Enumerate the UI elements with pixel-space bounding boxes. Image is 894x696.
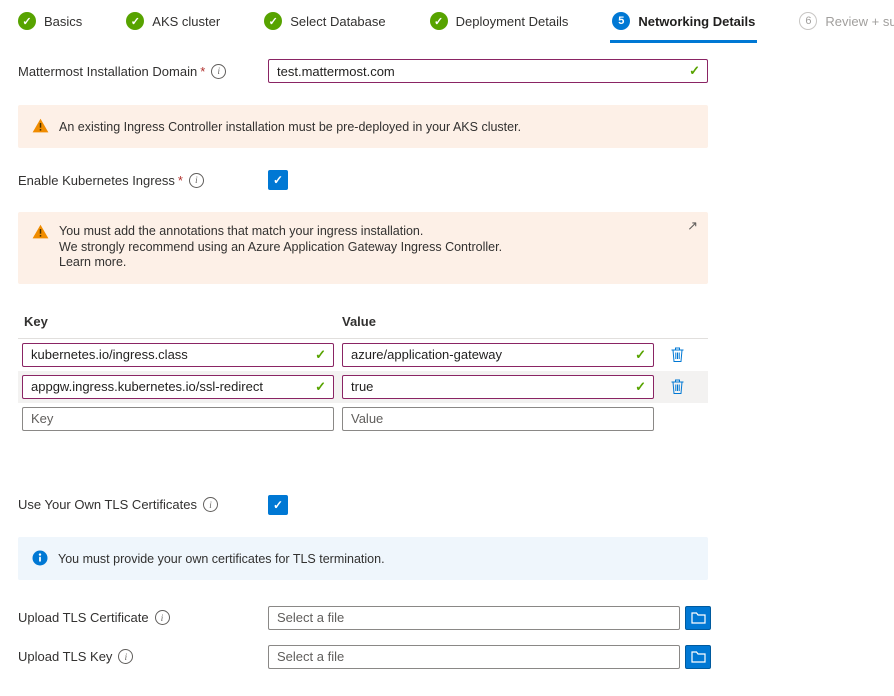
value-input-wrap: ✓ <box>342 375 654 399</box>
tab-select-database[interactable]: ✓ Select Database <box>262 10 387 43</box>
table-row: ✓ ✓ <box>18 371 708 403</box>
info-icon[interactable]: i <box>155 610 170 625</box>
tls-certs-checkbox[interactable]: ✓ <box>268 495 288 515</box>
domain-field-row: Mattermost Installation Domain * i ✓ <box>18 59 710 83</box>
warning-text: An existing Ingress Controller installat… <box>59 118 521 135</box>
annotation-key-input[interactable] <box>22 375 334 399</box>
tab-deployment-details[interactable]: ✓ Deployment Details <box>428 10 571 43</box>
tab-label: Select Database <box>290 14 385 29</box>
tab-label: Networking Details <box>638 14 755 29</box>
delete-row-button[interactable] <box>668 377 687 396</box>
tls-cert-file-input[interactable] <box>268 606 680 630</box>
enable-ingress-row: Enable Kubernetes Ingress * i ✓ <box>18 170 710 190</box>
ingress-warning-banner: An existing Ingress Controller installat… <box>18 105 708 148</box>
delete-row-button[interactable] <box>668 345 687 364</box>
warning-triangle-icon <box>32 224 49 239</box>
upload-key-row: Upload TLS Key i <box>18 645 710 669</box>
folder-icon <box>691 651 706 663</box>
tab-review-submit[interactable]: 6 Review + submit <box>797 10 894 43</box>
checkbox-check-icon: ✓ <box>273 498 283 512</box>
domain-label: Mattermost Installation Domain <box>18 64 197 79</box>
tls-info-banner: You must provide your own certificates f… <box>18 537 708 580</box>
table-row-empty <box>18 403 708 435</box>
check-circle-icon: ✓ <box>18 12 36 30</box>
tab-basics[interactable]: ✓ Basics <box>16 10 84 43</box>
check-circle-icon: ✓ <box>264 12 282 30</box>
browse-key-button[interactable] <box>685 645 711 669</box>
key-column-header: Key <box>24 314 342 329</box>
annotation-key-input[interactable] <box>22 407 334 431</box>
tab-label: AKS cluster <box>152 14 220 29</box>
info-icon[interactable]: i <box>203 497 218 512</box>
tab-label: Basics <box>44 14 82 29</box>
warning-triangle-icon <box>32 118 49 133</box>
annotation-key-input[interactable] <box>22 343 334 367</box>
learn-more-link[interactable]: Learn more. <box>59 255 126 271</box>
warning-line-1: You must add the annotations that match … <box>59 224 502 240</box>
annotations-warning-banner: You must add the annotations that match … <box>18 212 708 284</box>
annotations-table: Key Value ✓ ✓ <box>18 314 708 435</box>
key-input-wrap: ✓ <box>22 343 334 367</box>
required-asterisk: * <box>178 173 183 188</box>
trash-icon <box>671 347 684 362</box>
info-filled-icon <box>32 550 48 566</box>
enable-ingress-label: Enable Kubernetes Ingress <box>18 173 175 188</box>
tab-label: Deployment Details <box>456 14 569 29</box>
annotation-value-input[interactable] <box>342 407 654 431</box>
domain-input-wrap: ✓ <box>268 59 708 83</box>
tls-certs-label: Use Your Own TLS Certificates <box>18 497 197 512</box>
checkbox-check-icon: ✓ <box>273 173 283 187</box>
domain-input[interactable] <box>268 59 708 83</box>
check-circle-icon: ✓ <box>126 12 144 30</box>
value-input-wrap: ✓ <box>342 343 654 367</box>
table-header-row: Key Value <box>18 314 708 339</box>
tab-label: Review + submit <box>825 14 894 29</box>
upload-key-label: Upload TLS Key <box>18 649 112 664</box>
step-number-badge: 5 <box>612 12 630 30</box>
info-icon[interactable]: i <box>211 64 226 79</box>
check-circle-icon: ✓ <box>430 12 448 30</box>
required-asterisk: * <box>200 64 205 79</box>
tls-key-file-input[interactable] <box>268 645 680 669</box>
enable-ingress-checkbox[interactable]: ✓ <box>268 170 288 190</box>
annotation-value-input[interactable] <box>342 375 654 399</box>
upload-cert-label: Upload TLS Certificate <box>18 610 149 625</box>
tls-certs-row: Use Your Own TLS Certificates i ✓ <box>18 495 710 515</box>
step-number-badge: 6 <box>799 12 817 30</box>
tab-aks-cluster[interactable]: ✓ AKS cluster <box>124 10 222 43</box>
annotation-value-input[interactable] <box>342 343 654 367</box>
folder-icon <box>691 612 706 624</box>
key-input-wrap: ✓ <box>22 375 334 399</box>
value-column-header: Value <box>342 314 376 329</box>
browse-cert-button[interactable] <box>685 606 711 630</box>
expand-banner-icon[interactable]: ↗ <box>687 218 698 234</box>
table-row: ✓ ✓ <box>18 339 708 371</box>
info-text: You must provide your own certificates f… <box>58 550 385 567</box>
warning-line-2: We strongly recommend using an Azure App… <box>59 240 502 256</box>
upload-cert-row: Upload TLS Certificate i <box>18 606 710 630</box>
info-icon[interactable]: i <box>118 649 133 664</box>
networking-details-page: ✓ Basics ✓ AKS cluster ✓ Select Database… <box>0 0 894 696</box>
wizard-tabs: ✓ Basics ✓ AKS cluster ✓ Select Database… <box>0 0 894 43</box>
tab-networking-details[interactable]: 5 Networking Details <box>610 10 757 43</box>
info-icon[interactable]: i <box>189 173 204 188</box>
trash-icon <box>671 379 684 394</box>
